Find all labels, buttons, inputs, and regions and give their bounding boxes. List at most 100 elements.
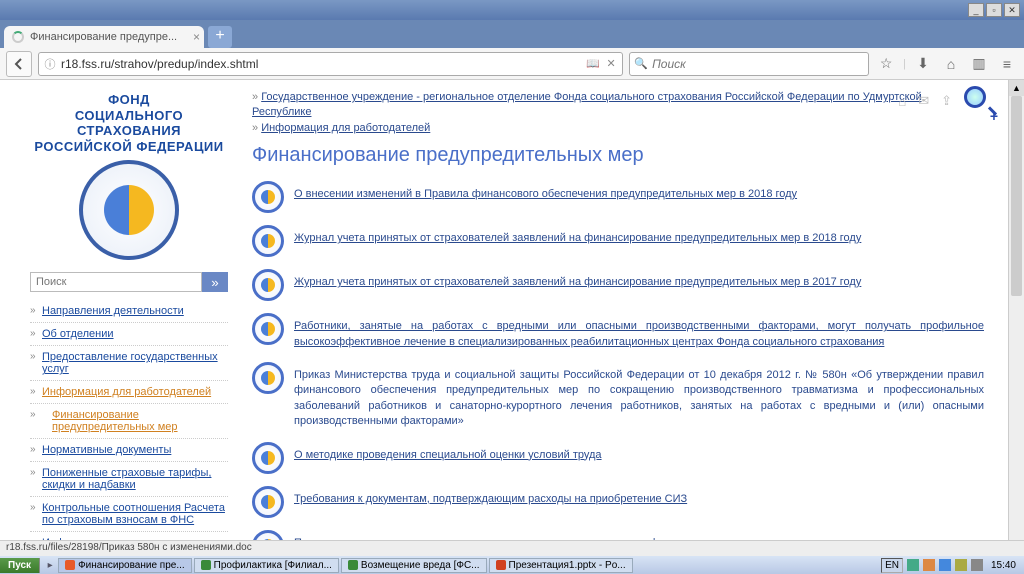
sidebar-item[interactable]: Финансирование предупредительных мер — [30, 404, 228, 439]
browser-status-bar: r18.fss.ru/files/28198/Приказ 580н с изм… — [0, 540, 1024, 556]
browser-search-bar[interactable]: 🔍 — [629, 52, 869, 76]
sidebar-link[interactable]: Информация для работодателей — [42, 386, 211, 398]
bookmark-icon[interactable]: ☆ — [875, 53, 897, 75]
tray-icon[interactable] — [907, 559, 919, 571]
document-link[interactable]: О методике проведения специальной оценки… — [294, 449, 602, 461]
new-tab-button[interactable]: + — [208, 26, 232, 48]
sidebar-item[interactable]: Контрольные соотношения Расчета по страх… — [30, 497, 228, 532]
taskbar-item[interactable]: Возмещение вреда [ФС... — [341, 558, 487, 573]
tab-close-button[interactable]: × — [193, 30, 200, 44]
document-item: Работники, занятые на работах с вредными… — [252, 313, 984, 350]
window-close-button[interactable]: ✕ — [1004, 3, 1020, 17]
home-mini-icon[interactable]: ⌂ — [898, 94, 906, 109]
document-link[interactable]: Требования к документам, подтверждающим … — [294, 493, 687, 505]
taskbar-item[interactable]: Презентация1.pptx - Po... — [489, 558, 633, 573]
back-button[interactable] — [6, 51, 32, 77]
document-text: Журнал учета принятых от страхователей з… — [294, 225, 984, 246]
sidebar-item[interactable]: Направления деятельности — [30, 300, 228, 323]
document-item: Требования к документам, подтверждающим … — [252, 486, 984, 518]
start-button[interactable]: Пуск — [0, 558, 40, 573]
scroll-thumb[interactable] — [1011, 96, 1022, 296]
scrollbar[interactable]: ▲ ▼ — [1008, 80, 1024, 556]
language-indicator[interactable]: EN — [881, 558, 903, 573]
sidebar-item[interactable]: Пониженные страховые тарифы, скидки и на… — [30, 462, 228, 497]
document-text: О методике проведения специальной оценки… — [294, 442, 984, 463]
app-icon — [201, 560, 211, 570]
document-emblem-icon — [252, 181, 284, 213]
downloads-icon[interactable]: ⬇ — [912, 53, 934, 75]
browser-tab[interactable]: Финансирование предупре... × — [4, 26, 204, 48]
sidebar-link[interactable]: Контрольные соотношения Расчета по страх… — [42, 502, 225, 526]
document-link[interactable]: Журнал учета принятых от страхователей з… — [294, 276, 861, 288]
clock[interactable]: 15:40 — [987, 560, 1020, 571]
address-bar[interactable]: ⓘ 📖 ✕ — [38, 52, 623, 76]
search-icon: 🔍 — [634, 57, 648, 71]
window-minimize-button[interactable]: _ — [968, 3, 984, 17]
document-item: Журнал учета принятых от страхователей з… — [252, 225, 984, 257]
windows-taskbar: Пуск ▸ Финансирование пре...Профилактика… — [0, 556, 1024, 574]
home-icon[interactable]: ⌂ — [940, 53, 962, 75]
sidebar-item[interactable]: Информация для работодателей — [30, 381, 228, 404]
share-icon[interactable]: ⇪ — [941, 93, 952, 109]
sidebar-link[interactable]: Направления деятельности — [42, 305, 184, 317]
reader-mode-icon[interactable]: 📖 — [586, 57, 600, 71]
info-icon[interactable]: ⓘ — [43, 57, 57, 71]
sidebar-link[interactable]: Предоставление государственных услуг — [42, 351, 218, 375]
document-item: О внесении изменений в Правила финансово… — [252, 181, 984, 213]
url-input[interactable] — [61, 57, 582, 71]
taskbar-item[interactable]: Профилактика [Филиал... — [194, 558, 339, 573]
document-emblem-icon — [252, 442, 284, 474]
sidebar-item[interactable]: Нормативные документы — [30, 439, 228, 462]
sidebar-item[interactable]: Об отделении — [30, 323, 228, 346]
document-emblem-icon — [252, 486, 284, 518]
sidebar-link[interactable]: Финансирование предупредительных мер — [52, 409, 178, 433]
document-text: Требования к документам, подтверждающим … — [294, 486, 984, 507]
app-icon — [65, 560, 75, 570]
document-text: Приказ Министерства труда и социальной з… — [294, 362, 984, 430]
browser-search-input[interactable] — [652, 57, 864, 71]
sidebar-link[interactable]: Пониженные страховые тарифы, скидки и на… — [42, 467, 211, 491]
window-titlebar: _ ▫ ✕ — [0, 0, 1024, 20]
sidebar-link[interactable]: Об отделении — [42, 328, 114, 340]
sidebar-item[interactable]: Предоставление государственных услуг — [30, 346, 228, 381]
page-tools: ⌂ ✉ ⇪ + — [898, 86, 994, 116]
breadcrumb: Государственное учреждение - регионально… — [252, 90, 984, 136]
site-search-input[interactable] — [30, 272, 202, 292]
browser-tabstrip: Финансирование предупре... × + — [0, 20, 1024, 48]
loading-spinner-icon — [12, 31, 24, 43]
document-emblem-icon — [252, 362, 284, 394]
breadcrumb-level2[interactable]: Информация для работодателей — [261, 122, 430, 134]
sidebar-toggle-icon[interactable]: ▥ — [968, 53, 990, 75]
site-logo-block: ФОНД СОЦИАЛЬНОГО СТРАХОВАНИЯ РОССИЙСКОЙ … — [30, 92, 228, 260]
document-emblem-icon — [252, 313, 284, 345]
document-text: О внесении изменений в Правила финансово… — [294, 181, 984, 202]
document-link[interactable]: Работники, занятые на работах с вредными… — [294, 320, 984, 347]
document-text: Журнал учета принятых от страхователей з… — [294, 269, 984, 290]
tab-title: Финансирование предупре... — [30, 31, 177, 43]
tray-icon[interactable] — [939, 559, 951, 571]
site-sidebar: ФОНД СОЦИАЛЬНОГО СТРАХОВАНИЯ РОССИЙСКОЙ … — [0, 80, 238, 556]
page-content: ФОНД СОЦИАЛЬНОГО СТРАХОВАНИЯ РОССИЙСКОЙ … — [0, 80, 1024, 556]
menu-icon[interactable]: ≡ — [996, 53, 1018, 75]
sidebar-link[interactable]: Нормативные документы — [42, 444, 171, 456]
document-link[interactable]: О внесении изменений в Правила финансово… — [294, 188, 797, 200]
mail-icon[interactable]: ✉ — [918, 93, 929, 109]
org-title-line1: ФОНД — [30, 92, 228, 108]
scroll-up-button[interactable]: ▲ — [1009, 80, 1024, 96]
tray-icon[interactable] — [955, 559, 967, 571]
tray-icon[interactable] — [923, 559, 935, 571]
zoom-in-icon[interactable]: + — [964, 86, 994, 116]
system-tray: EN 15:40 — [877, 558, 1024, 573]
clear-url-icon[interactable]: ✕ — [604, 57, 618, 71]
tray-icon[interactable] — [971, 559, 983, 571]
document-list: О внесении изменений в Правила финансово… — [252, 181, 984, 556]
site-search-button[interactable]: » — [202, 272, 228, 292]
breadcrumb-level1[interactable]: Государственное учреждение - регионально… — [252, 91, 922, 118]
window-maximize-button[interactable]: ▫ — [986, 3, 1002, 17]
taskbar-item[interactable]: Финансирование пре... — [58, 558, 192, 573]
document-link[interactable]: Журнал учета принятых от страхователей з… — [294, 232, 861, 244]
fss-emblem-icon — [79, 160, 179, 260]
status-text: r18.fss.ru/files/28198/Приказ 580н с изм… — [6, 542, 252, 553]
browser-toolbar: ⓘ 📖 ✕ 🔍 ☆ | ⬇ ⌂ ▥ ≡ — [0, 48, 1024, 80]
app-icon — [348, 560, 358, 570]
